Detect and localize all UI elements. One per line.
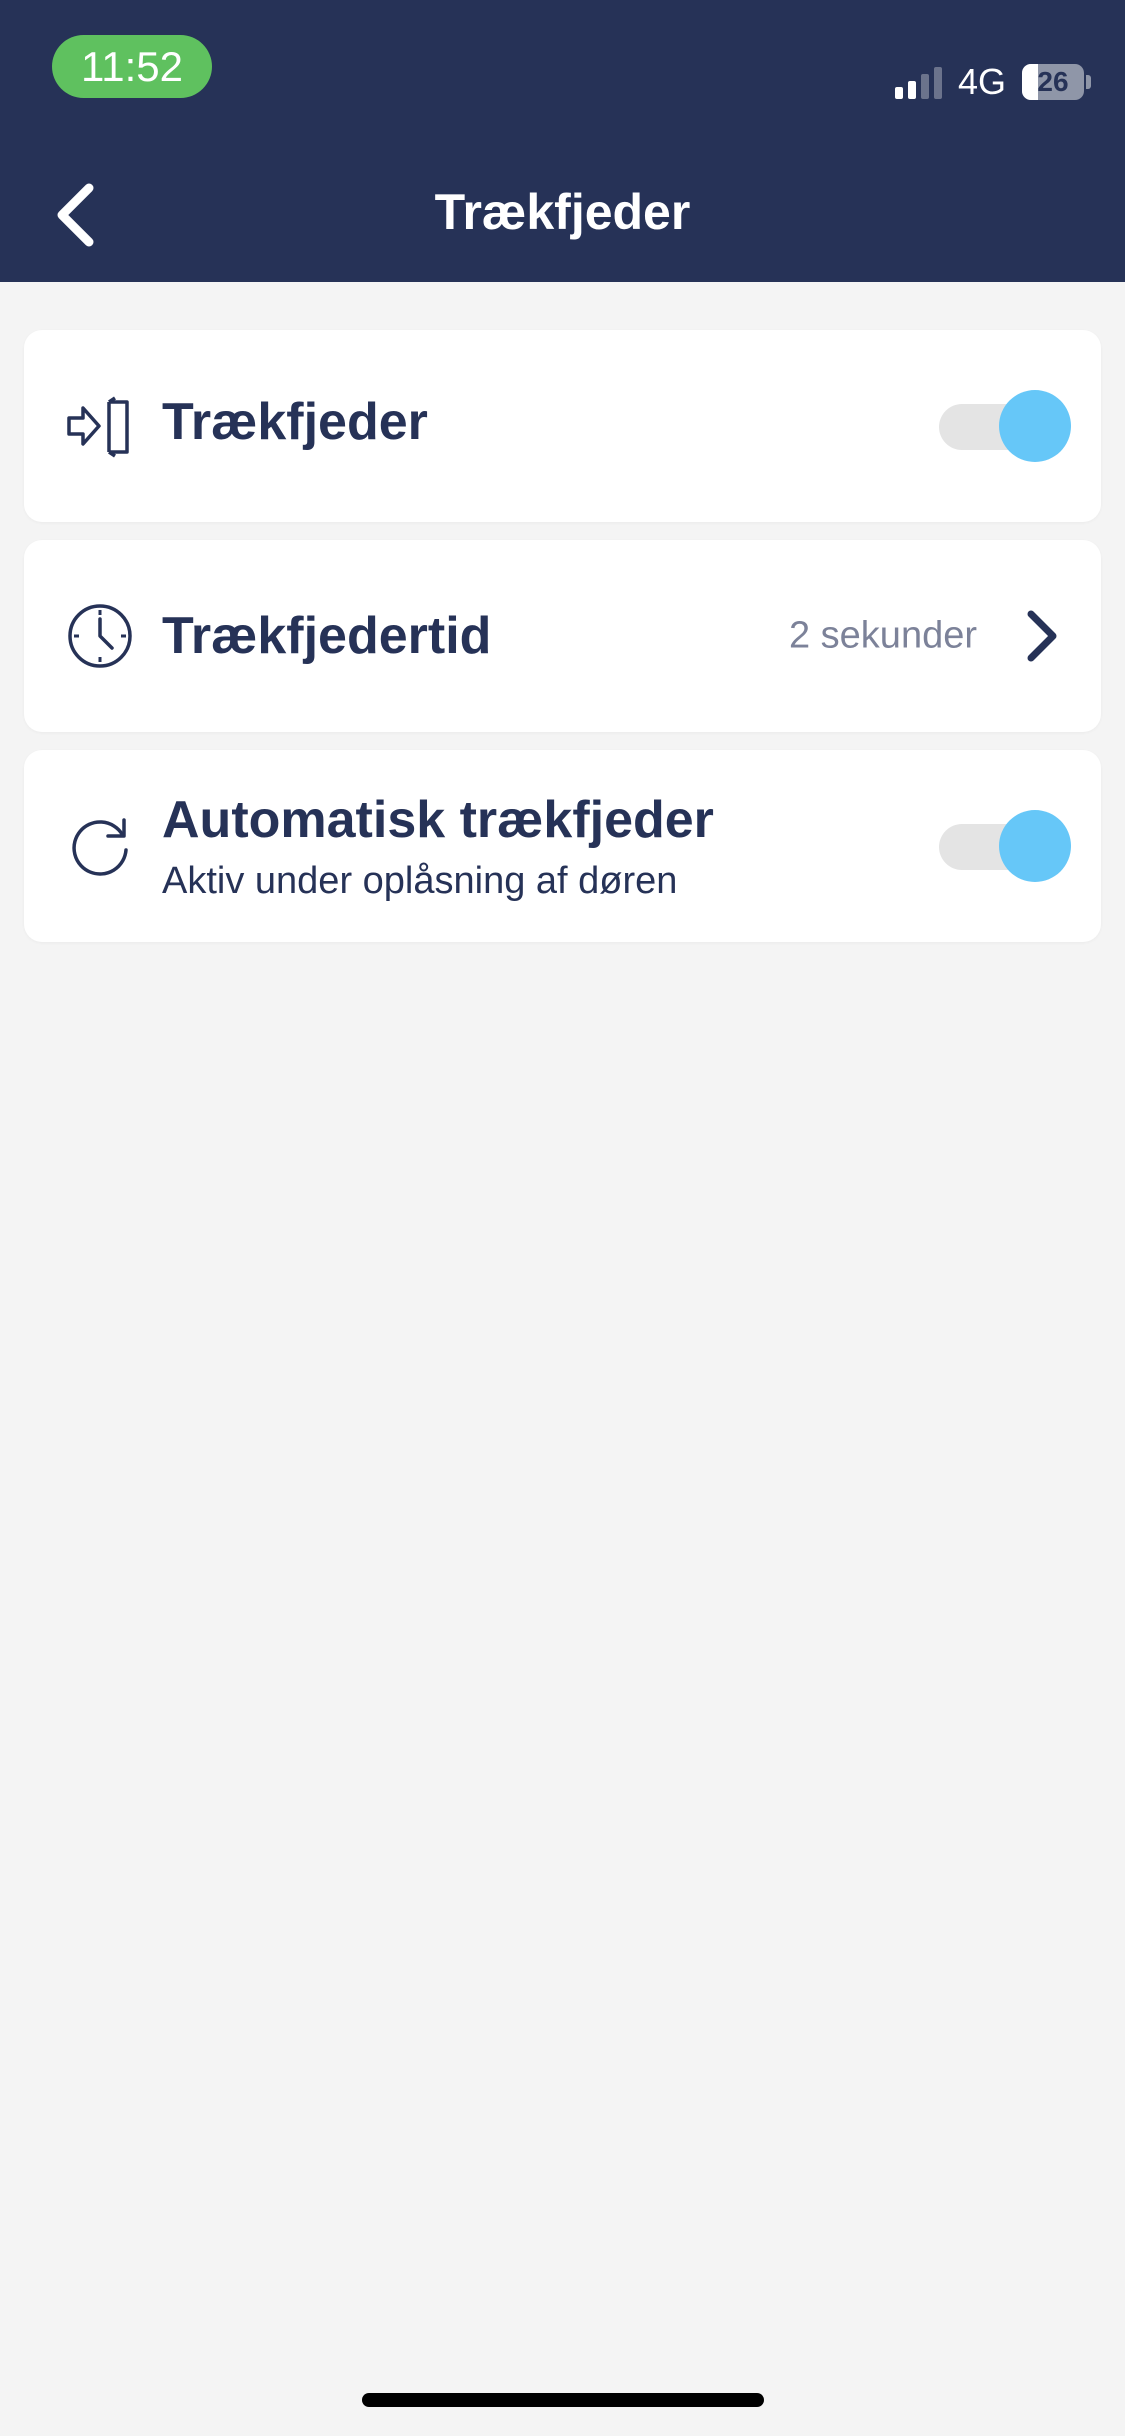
signal-strength-icon bbox=[894, 65, 942, 99]
battery-percentage: 26 bbox=[1037, 66, 1069, 97]
door-enter-icon bbox=[60, 386, 140, 466]
refresh-icon bbox=[60, 806, 140, 886]
setting-subtitle: Aktiv under oplåsning af døren bbox=[162, 860, 678, 902]
page-title: Trækfjeder bbox=[434, 184, 691, 240]
header-bar: 11:52 4G 26 Trækfjeder bbox=[0, 0, 1125, 282]
home-indicator[interactable] bbox=[362, 2393, 764, 2407]
network-type: 4G bbox=[957, 61, 1006, 102]
status-time: 11:52 bbox=[52, 35, 212, 98]
setting-row-traekfjedertid[interactable]: Trækfjedertid 2 sekunder bbox=[24, 540, 1101, 732]
clock-icon bbox=[60, 596, 140, 676]
setting-value: 2 sekunder bbox=[788, 614, 977, 657]
automatisk-traekfjeder-toggle[interactable] bbox=[931, 810, 1071, 882]
setting-row-traekfjeder[interactable]: Trækfjeder bbox=[24, 330, 1101, 522]
traekfjeder-toggle[interactable] bbox=[931, 390, 1071, 462]
setting-title: Trækfjeder bbox=[162, 393, 428, 451]
status-indicators: 4G 26 bbox=[894, 60, 1091, 104]
battery-icon: 26 bbox=[1022, 64, 1084, 100]
setting-row-automatisk-traekfjeder[interactable]: Automatisk trækfjeder Aktiv under oplåsn… bbox=[24, 750, 1101, 942]
setting-title: Automatisk trækfjeder bbox=[162, 791, 714, 849]
setting-title: Trækfjedertid bbox=[162, 607, 492, 665]
chevron-right-icon bbox=[1027, 610, 1057, 662]
